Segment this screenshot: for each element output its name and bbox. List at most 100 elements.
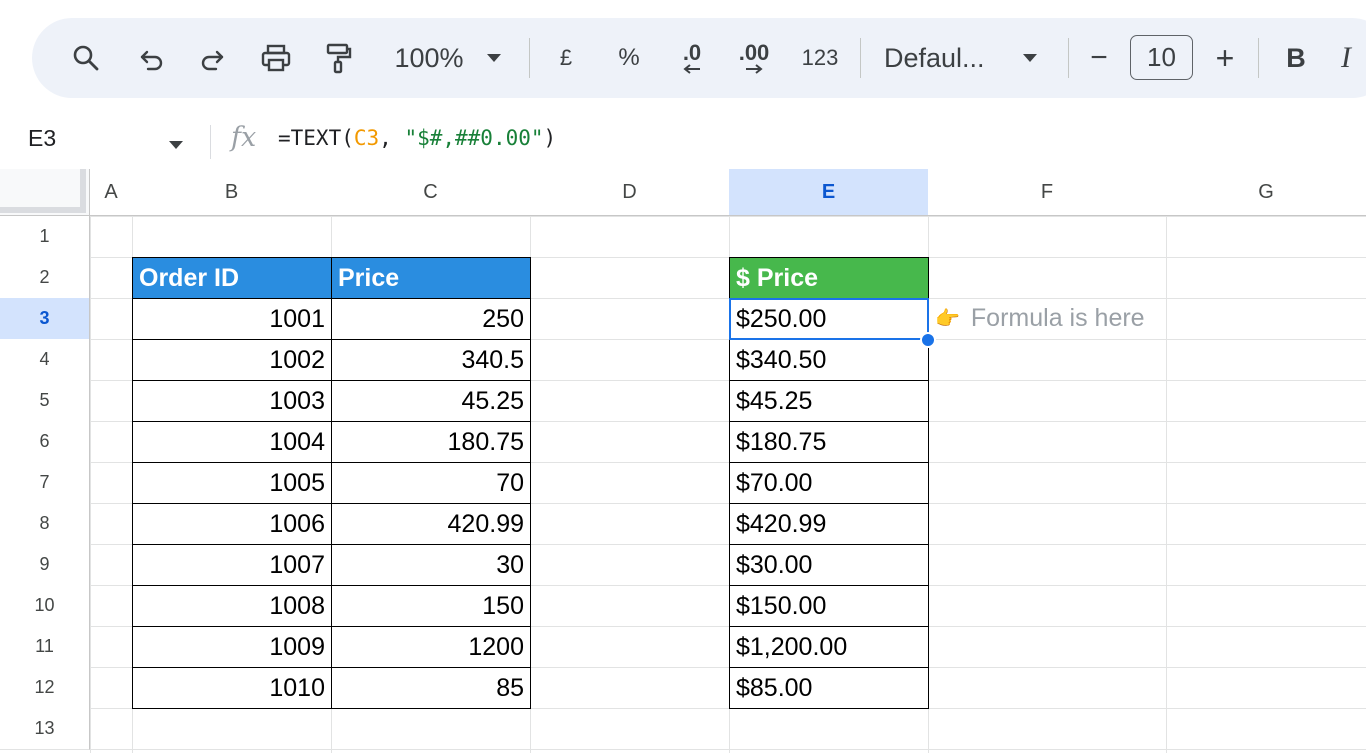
row-header-8[interactable]: 8 (0, 503, 90, 545)
column-header-b[interactable]: B (132, 169, 332, 216)
formatted-price-cell[interactable]: $30.00 (729, 544, 929, 586)
frozen-row-handle[interactable] (0, 207, 86, 213)
column-header-f[interactable]: F (928, 169, 1167, 216)
column-header-c[interactable]: C (331, 169, 531, 216)
font-dropdown-icon[interactable] (1018, 18, 1042, 98)
price-cell[interactable]: 30 (331, 544, 531, 586)
print-icon[interactable] (256, 18, 296, 98)
formula-cell-reference: C3 (353, 126, 380, 150)
price-cell[interactable]: 150 (331, 585, 531, 627)
pointing-hand-icon: 👈 (936, 308, 961, 330)
increase-decimal-button[interactable]: .00 (732, 18, 776, 98)
currency-label: £ (559, 45, 573, 70)
row-header-10[interactable]: 10 (0, 585, 90, 627)
row-header-2[interactable]: 2 (0, 257, 90, 299)
row-header-1[interactable]: 1 (0, 216, 90, 258)
spreadsheet-grid[interactable]: A B C D E F G 1 2 3 4 5 6 7 8 9 10 11 12 13 Order ID Price $ P… (0, 169, 1366, 753)
font-size-input[interactable]: 10 (1130, 35, 1193, 80)
row-header-7[interactable]: 7 (0, 462, 90, 504)
zoom-value: 100% (394, 42, 464, 73)
redo-icon[interactable] (194, 18, 230, 98)
fx-icon: fx (231, 122, 257, 153)
paint-format-icon[interactable] (320, 18, 356, 98)
row-header-11[interactable]: 11 (0, 626, 90, 668)
annotation-text: Formula is here (970, 304, 1145, 332)
undo-icon[interactable] (134, 18, 170, 98)
order-id-cell[interactable]: 1006 (132, 503, 332, 545)
formula-function: =TEXT( (278, 126, 354, 150)
formatted-price-cell[interactable]: $85.00 (729, 667, 929, 709)
percent-format-button[interactable]: % (612, 18, 646, 98)
toolbar-divider (1068, 38, 1069, 78)
row-header-9[interactable]: 9 (0, 544, 90, 586)
column-header-d[interactable]: D (530, 169, 730, 216)
order-id-cell[interactable]: 1001 (132, 298, 332, 340)
font-size-value: 10 (1147, 42, 1176, 72)
order-id-cell[interactable]: 1010 (132, 667, 332, 709)
formula-close-paren: ) (543, 126, 557, 150)
column-header-e[interactable]: E (729, 169, 929, 216)
bold-label: B (1286, 42, 1306, 73)
price-cell[interactable]: 420.99 (331, 503, 531, 545)
formatted-price-cell[interactable]: $1,200.00 (729, 626, 929, 668)
decrease-decimal-label: .0 (682, 40, 702, 65)
order-id-header[interactable]: Order ID (132, 257, 332, 299)
price-cell[interactable]: 340.5 (331, 339, 531, 381)
font-family-select[interactable]: Defaul... (884, 18, 1004, 98)
increase-font-size-button[interactable]: + (1208, 18, 1242, 98)
price-cell[interactable]: 45.25 (331, 380, 531, 422)
italic-label: I (1341, 41, 1351, 74)
row-header-5[interactable]: 5 (0, 380, 90, 422)
formatted-price-cell[interactable]: $70.00 (729, 462, 929, 504)
order-id-cell[interactable]: 1002 (132, 339, 332, 381)
formatted-price-cell[interactable]: $180.75 (729, 421, 929, 463)
select-all-corner[interactable] (0, 169, 90, 216)
zoom-dropdown-icon[interactable] (482, 18, 506, 98)
decrease-font-size-button[interactable]: − (1084, 18, 1114, 98)
price-cell[interactable]: 1200 (331, 626, 531, 668)
fill-handle[interactable] (920, 332, 936, 348)
formatted-price-cell[interactable]: $340.50 (729, 339, 929, 381)
row-header-13[interactable]: 13 (0, 708, 90, 750)
column-header-g[interactable]: G (1166, 169, 1366, 216)
price-cell[interactable]: 250 (331, 298, 531, 340)
price-header[interactable]: Price (331, 257, 531, 299)
order-id-cell[interactable]: 1007 (132, 544, 332, 586)
formatted-price-cell[interactable]: $420.99 (729, 503, 929, 545)
column-header-a[interactable]: A (90, 169, 133, 216)
frozen-column-handle[interactable] (80, 169, 86, 212)
percent-label: % (618, 44, 640, 71)
order-id-cell[interactable]: 1009 (132, 626, 332, 668)
row-header-3[interactable]: 3 (0, 298, 90, 340)
order-id-cell[interactable]: 1003 (132, 380, 332, 422)
formatted-price-cell[interactable]: $150.00 (729, 585, 929, 627)
italic-button[interactable]: I (1334, 18, 1358, 98)
price-cell[interactable]: 70 (331, 462, 531, 504)
row-header-6[interactable]: 6 (0, 421, 90, 463)
currency-format-button[interactable]: £ (550, 18, 582, 98)
formula-input[interactable]: =TEXT(C3, "$#,##0.00") (278, 126, 556, 150)
name-box-dropdown-icon[interactable] (168, 137, 184, 155)
zoom-select[interactable]: 100% (384, 18, 474, 98)
row-header-12[interactable]: 12 (0, 667, 90, 709)
more-formats-label: 123 (801, 45, 839, 70)
decrease-decimal-button[interactable]: .0 (672, 18, 712, 98)
toolbar: 100% £ % .0 .00 123 Defaul... − 10 + B I (32, 18, 1366, 98)
gridline-horizontal (0, 216, 1366, 217)
name-box[interactable]: E3 (28, 125, 56, 152)
price-cell[interactable]: 85 (331, 667, 531, 709)
formatted-price-cell[interactable]: $45.25 (729, 380, 929, 422)
plus-icon: + (1215, 39, 1235, 76)
order-id-cell[interactable]: 1004 (132, 421, 332, 463)
minus-icon: − (1090, 41, 1108, 74)
formatted-price-header[interactable]: $ Price (729, 257, 929, 299)
row-header-4[interactable]: 4 (0, 339, 90, 381)
order-id-cell[interactable]: 1008 (132, 585, 332, 627)
more-formats-button[interactable]: 123 (796, 18, 844, 98)
price-cell[interactable]: 180.75 (331, 421, 531, 463)
formula-separator: , (379, 126, 405, 150)
search-icon[interactable] (66, 18, 106, 98)
order-id-cell[interactable]: 1005 (132, 462, 332, 504)
formatted-price-cell[interactable]: $250.00 (729, 298, 929, 340)
bold-button[interactable]: B (1278, 18, 1314, 98)
